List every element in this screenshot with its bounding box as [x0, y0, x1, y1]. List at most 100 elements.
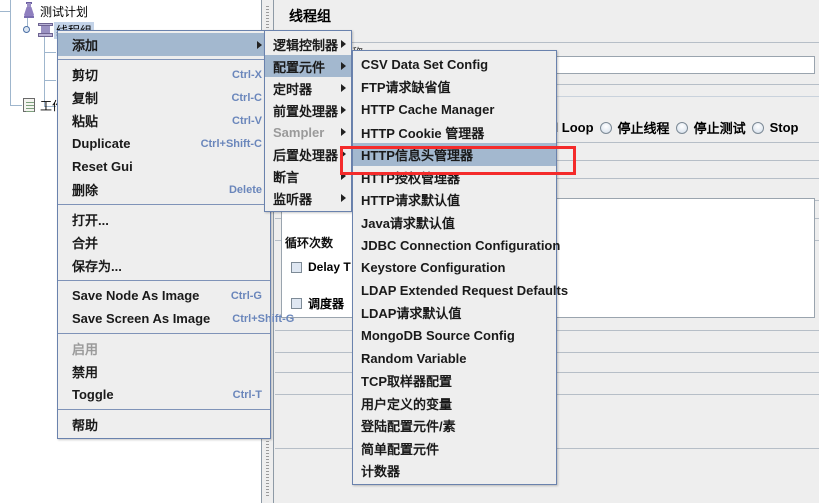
menu-item-合并[interactable]: 合并 — [58, 231, 270, 254]
config-element-submenu[interactable]: CSV Data Set Config FTP请求缺省值 HTTP Cache Ma… — [352, 50, 568, 486]
menu-item-label: 粘贴 — [72, 114, 99, 129]
config-submenu-item-15[interactable]: 用户定义的变量 — [353, 392, 556, 415]
config-submenu-item-14[interactable]: TCP取样器配置 — [353, 369, 556, 392]
checkbox-icon[interactable] — [291, 261, 302, 273]
menu-item-label: FTP请求缺省值 — [361, 80, 451, 96]
config-submenu-item-11[interactable]: LDAP请求默认值 — [353, 302, 556, 325]
radio-stop-now[interactable] — [751, 121, 764, 134]
checkbox-label: 调度器 — [308, 297, 345, 311]
menu-item-label: 监听器 — [273, 191, 313, 207]
config-submenu-item-7[interactable]: Java请求默认值 — [353, 211, 556, 234]
add-submenu-item-5[interactable]: 后置处理器 — [265, 143, 351, 165]
config-submenu-item-5[interactable]: HTTP授权管理器 — [353, 166, 556, 189]
menu-item-启用[interactable]: 启用 — [58, 337, 270, 360]
menu-item-label: 剪切 — [72, 68, 99, 83]
menu-item-禁用[interactable]: 禁用 — [58, 360, 270, 383]
add-submenu-item-4[interactable]: Sampler — [265, 121, 351, 143]
menu-separator — [58, 204, 270, 205]
menu-item-添加[interactable]: 添加 — [58, 33, 270, 56]
submenu-arrow-icon — [341, 40, 346, 48]
menu-item-shortcut: Ctrl+Shift-G — [232, 312, 295, 325]
menu-item-reset-gui[interactable]: Reset Gui — [58, 155, 270, 178]
checkbox-icon[interactable] — [291, 298, 302, 309]
scheduler-checkbox[interactable]: 调度器 — [291, 295, 344, 312]
add-submenu-item-6[interactable]: 断言 — [265, 165, 351, 187]
config-submenu-item-17[interactable]: 简单配置元件 — [353, 437, 556, 460]
add-submenu-item-3[interactable]: 前置处理器 — [265, 99, 351, 121]
add-submenu-item-1[interactable]: 配置元件 — [265, 55, 351, 77]
radio-stop-thread[interactable] — [599, 121, 612, 134]
menu-item-shortcut: Ctrl+Shift-C — [200, 137, 262, 150]
menu-item-label: 配置元件 — [273, 59, 326, 75]
menu-separator — [58, 409, 270, 410]
workbench-icon — [20, 96, 38, 114]
config-submenu-item-10[interactable]: LDAP Extended Request Defaults — [353, 279, 568, 302]
add-submenu[interactable]: 逻辑控制器配置元件定时器前置处理器 Sampler 后置处理器断言监听器 — [264, 30, 352, 212]
config-submenu-item-6[interactable]: HTTP请求默认值 — [353, 189, 556, 212]
menu-item-label: 后置处理器 — [273, 147, 339, 163]
config-submenu-item-13[interactable]: Random Variable — [353, 347, 556, 370]
menu-item-label: 打开... — [72, 213, 109, 228]
test-plan-flask-icon — [20, 2, 38, 20]
config-submenu-item-9[interactable]: Keystore Configuration — [353, 256, 556, 279]
config-submenu-item-1[interactable]: FTP请求缺省值 — [353, 76, 556, 99]
menu-item-shortcut: Delete — [228, 183, 262, 196]
tree-connector — [10, 11, 11, 106]
menu-item-label: 删除 — [72, 183, 99, 198]
menu-item-粘贴[interactable]: 粘贴 Ctrl-V — [58, 109, 270, 132]
menu-item-label: 简单配置元件 — [361, 441, 440, 457]
menu-item-toggle[interactable]: Toggle Ctrl-T — [58, 383, 270, 406]
radio-label: 停止测试 — [693, 121, 746, 136]
config-submenu-item-18[interactable]: 计数器 — [353, 460, 556, 483]
menu-item-label: 添加 — [72, 38, 99, 53]
add-submenu-item-0[interactable]: 逻辑控制器 — [265, 33, 351, 55]
radio-stop-test[interactable] — [675, 121, 688, 134]
config-submenu-item-16[interactable]: 登陆配置元件/素 — [353, 415, 556, 438]
menu-item-label: CSV Data Set Config — [361, 56, 489, 72]
menu-item-label: HTTP授权管理器 — [361, 170, 460, 186]
menu-item-duplicate[interactable]: Duplicate Ctrl+Shift-C — [58, 132, 270, 155]
tree-expand-handle[interactable] — [23, 25, 32, 34]
menu-item-label: 复制 — [72, 91, 99, 106]
menu-item-label: Duplicate — [72, 136, 131, 151]
menu-separator — [58, 59, 270, 60]
menu-item-打开-[interactable]: 打开... — [58, 208, 270, 231]
submenu-arrow-icon — [257, 40, 262, 49]
submenu-arrow-icon — [341, 150, 346, 158]
menu-item-label: Sampler — [273, 124, 325, 140]
menu-item-label: Random Variable — [361, 350, 467, 366]
menu-item-label: LDAP Extended Request Defaults — [361, 282, 569, 298]
config-submenu-item-8[interactable]: JDBC Connection Configuration — [353, 234, 560, 257]
submenu-arrow-icon — [341, 106, 346, 114]
menu-item-帮助[interactable]: 帮助 — [58, 413, 270, 436]
menu-item-label: JDBC Connection Configuration — [361, 237, 561, 253]
menu-item-label: 合并 — [72, 236, 99, 251]
config-submenu-item-12[interactable]: MongoDB Source Config — [353, 324, 556, 347]
menu-item-剪切[interactable]: 剪切 Ctrl-X — [58, 63, 270, 86]
add-submenu-item-7[interactable]: 监听器 — [265, 187, 351, 209]
menu-item-label: 禁用 — [72, 365, 99, 380]
config-submenu-item-2[interactable]: HTTP Cache Manager — [353, 98, 556, 121]
node-context-menu[interactable]: 添加剪切 Ctrl-X 复制 Ctrl-C 粘贴 Ctrl-V Duplicate Ctrl+… — [57, 30, 294, 439]
add-submenu-item-2[interactable]: 定时器 — [265, 77, 351, 99]
tree-node-test-plan[interactable]: 测试计划 — [20, 2, 90, 20]
delay-thread-creation-checkbox[interactable]: Delay T — [291, 260, 351, 274]
config-submenu-item-4[interactable]: HTTP信息头管理器 — [353, 143, 556, 166]
config-submenu-item-3[interactable]: HTTP Cookie 管理器 — [353, 121, 556, 144]
menu-item-删除[interactable]: 删除 Delete — [58, 178, 270, 201]
menu-item-save-screen-as-image[interactable]: Save Screen As Image Ctrl+Shift-G — [58, 307, 294, 330]
config-submenu-item-0[interactable]: CSV Data Set Config — [353, 53, 556, 76]
menu-item-复制[interactable]: 复制 Ctrl-C — [58, 86, 270, 109]
menu-item-save-node-as-image[interactable]: Save Node As Image Ctrl-G — [58, 284, 270, 307]
menu-item-保存为-[interactable]: 保存为... — [58, 254, 270, 277]
checkbox-label: Delay T — [308, 260, 351, 274]
menu-item-shortcut: Ctrl-C — [231, 91, 262, 104]
menu-separator — [58, 280, 270, 281]
on-error-action-group[interactable]: ad Loop 停止线程 停止测试 Stop — [543, 118, 798, 137]
menu-item-label: MongoDB Source Config — [361, 327, 515, 343]
menu-item-label: LDAP请求默认值 — [361, 306, 462, 322]
menu-item-label: 启用 — [72, 342, 99, 357]
menu-item-label: Save Screen As Image — [72, 311, 211, 326]
tree-node-label: 测试计划 — [40, 4, 89, 19]
menu-item-label: 定时器 — [273, 81, 313, 97]
